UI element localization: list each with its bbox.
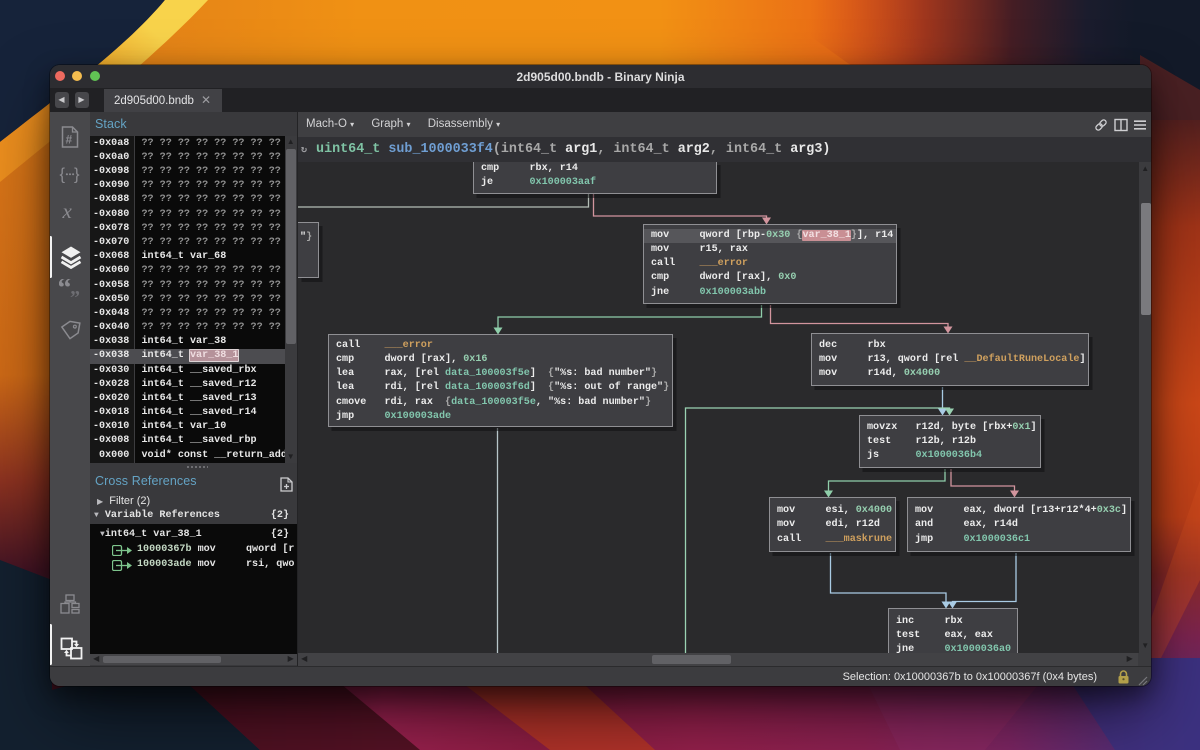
svg-text:{: { [60,166,66,184]
svg-text:”: ” [70,287,80,303]
svg-text:x: x [62,201,73,223]
svg-text:}: } [74,166,80,184]
svg-text:#: # [66,133,73,147]
